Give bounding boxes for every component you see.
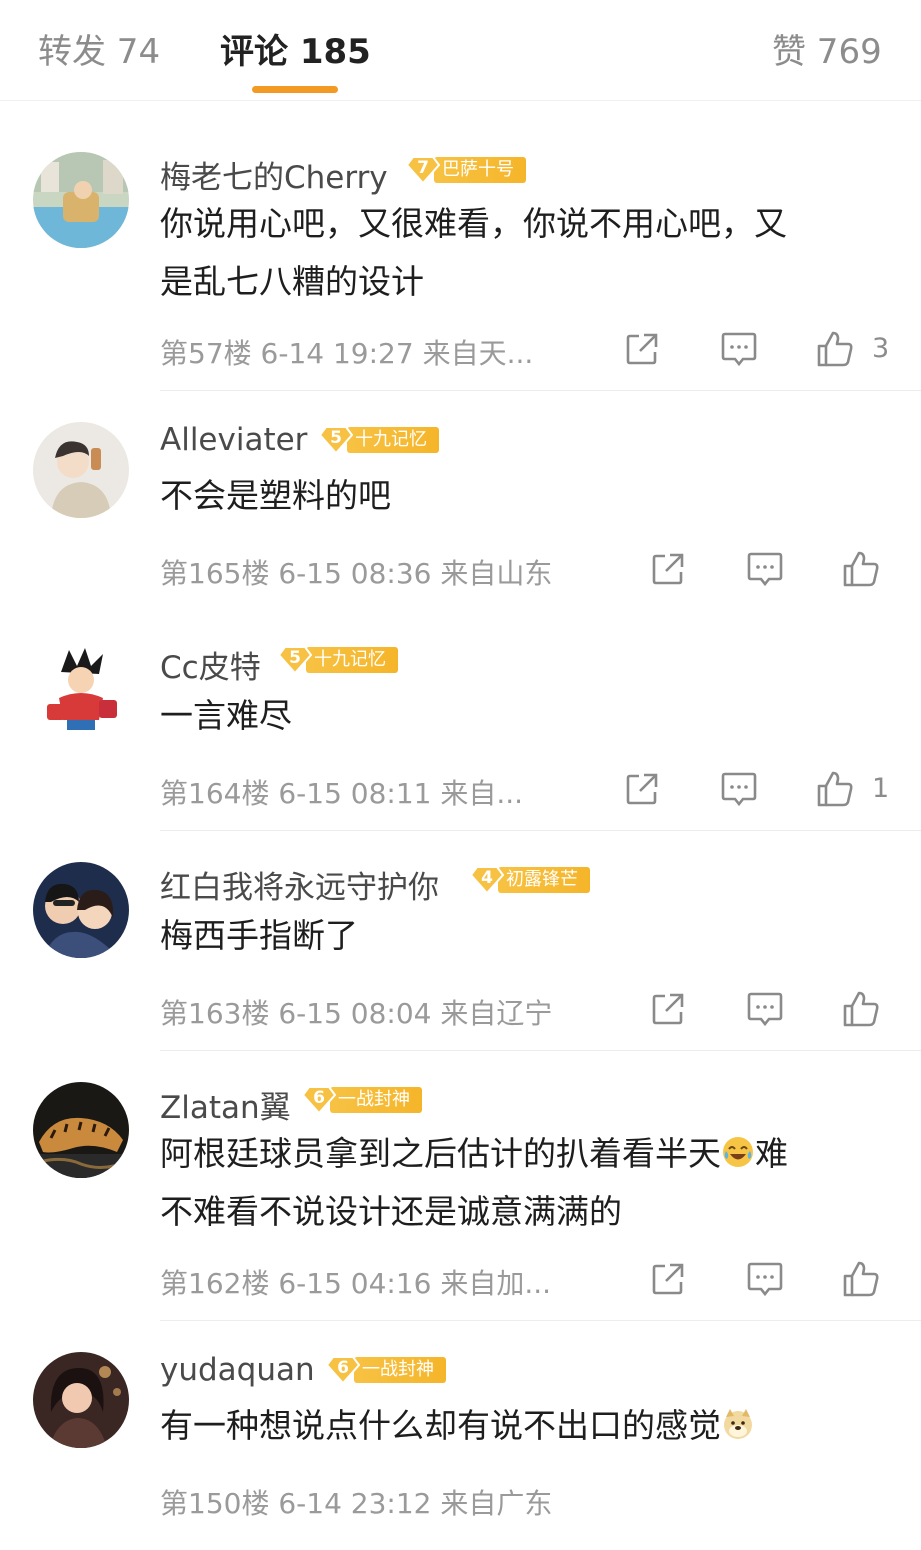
badge-name: 初露锋芒 bbox=[498, 867, 590, 893]
comment-icon[interactable] bbox=[745, 549, 785, 589]
badge-diamond-icon: 6 bbox=[302, 1085, 336, 1115]
user-badge[interactable]: 6 一战封神 bbox=[326, 1355, 446, 1385]
comment-meta: 第162楼 6-15 04:16 来自加... bbox=[160, 1267, 552, 1300]
like-count: 3 bbox=[872, 333, 890, 364]
username[interactable]: yudaquan bbox=[160, 1352, 315, 1388]
username[interactable]: 红白我将永远守护你 bbox=[160, 862, 439, 907]
avatar[interactable] bbox=[33, 1352, 129, 1448]
laugh-cry-emoji-icon bbox=[723, 1137, 753, 1167]
share-icon[interactable] bbox=[622, 329, 662, 369]
share-icon[interactable] bbox=[622, 769, 662, 809]
user-badge[interactable]: 6 一战封神 bbox=[302, 1085, 422, 1115]
divider bbox=[160, 1050, 921, 1051]
username[interactable]: Cc皮特 bbox=[160, 642, 261, 687]
user-badge[interactable]: 7 巴萨十号 bbox=[406, 155, 526, 185]
comment-icon[interactable] bbox=[719, 769, 759, 809]
comment-text: 梅西手指断了 bbox=[160, 916, 358, 955]
tab-likes[interactable]: 赞 769 bbox=[772, 24, 882, 73]
comment-icon[interactable] bbox=[745, 1259, 785, 1299]
divider bbox=[160, 830, 921, 831]
active-tab-indicator bbox=[252, 86, 338, 93]
share-icon[interactable] bbox=[648, 989, 688, 1029]
badge-name: 十九记忆 bbox=[347, 427, 439, 453]
comment-icon[interactable] bbox=[745, 989, 785, 1029]
comment-meta: 第150楼 6-14 23:12 来自广东 bbox=[160, 1487, 553, 1520]
avatar[interactable] bbox=[33, 862, 129, 958]
thumbs-up-icon[interactable] bbox=[841, 989, 881, 1029]
comment-meta: 第164楼 6-15 08:11 来自... bbox=[160, 777, 524, 810]
comment-text: 阿根廷球员拿到之后估计的扒着看半天 难 不难看不说设计还是诚意满满的 bbox=[160, 1134, 788, 1231]
badge-diamond-icon: 4 bbox=[470, 865, 504, 895]
avatar[interactable] bbox=[33, 422, 129, 518]
divider bbox=[160, 390, 921, 391]
username[interactable]: 梅老七的Cherry bbox=[160, 152, 388, 197]
badge-diamond-icon: 6 bbox=[326, 1355, 360, 1385]
badge-diamond-icon: 5 bbox=[319, 425, 353, 455]
comment-text: 一言难尽 bbox=[160, 696, 292, 735]
comment-meta: 第163楼 6-15 08:04 来自辽宁 bbox=[160, 997, 553, 1030]
user-badge[interactable]: 5 十九记忆 bbox=[319, 425, 439, 455]
avatar[interactable] bbox=[33, 1082, 129, 1178]
comment-icon[interactable] bbox=[719, 329, 759, 369]
comment-text: 你说用心吧，又很难看，你说不用心吧，又 是乱七八糟的设计 bbox=[160, 204, 787, 301]
like-count: 1 bbox=[872, 773, 890, 804]
avatar[interactable] bbox=[33, 152, 129, 248]
comment-meta: 第57楼 6-14 19:27 来自天... bbox=[160, 337, 534, 370]
badge-name: 一战封神 bbox=[330, 1087, 422, 1113]
badge-name: 一战封神 bbox=[354, 1357, 446, 1383]
share-icon[interactable] bbox=[648, 1259, 688, 1299]
user-badge[interactable]: 4 初露锋芒 bbox=[470, 865, 590, 895]
username[interactable]: Zlatan翼 bbox=[160, 1082, 291, 1127]
comment-tabs: 转发 74 评论 185 赞 769 bbox=[0, 0, 921, 101]
share-icon[interactable] bbox=[648, 549, 688, 589]
avatar[interactable] bbox=[33, 642, 129, 738]
tab-repost[interactable]: 转发 74 bbox=[38, 24, 160, 73]
username[interactable]: Alleviater bbox=[160, 422, 307, 458]
tab-comments[interactable]: 评论 185 bbox=[220, 24, 371, 73]
badge-name: 十九记忆 bbox=[306, 647, 398, 673]
thumbs-up-icon[interactable] bbox=[841, 549, 881, 589]
thumbs-up-icon[interactable] bbox=[841, 1259, 881, 1299]
doge-emoji-icon bbox=[724, 1409, 752, 1439]
badge-name: 巴萨十号 bbox=[434, 157, 526, 183]
thumbs-up-icon[interactable] bbox=[815, 769, 855, 809]
badge-diamond-icon: 7 bbox=[406, 155, 440, 185]
comment-text: 不会是塑料的吧 bbox=[160, 476, 391, 515]
user-badge[interactable]: 5 十九记忆 bbox=[278, 645, 398, 675]
comment-text: 有一种想说点什么却有说不出口的感觉 bbox=[160, 1397, 895, 1455]
badge-diamond-icon: 5 bbox=[278, 645, 312, 675]
comment-meta: 第165楼 6-15 08:36 来自山东 bbox=[160, 557, 553, 590]
divider bbox=[160, 1320, 921, 1321]
thumbs-up-icon[interactable] bbox=[815, 329, 855, 369]
